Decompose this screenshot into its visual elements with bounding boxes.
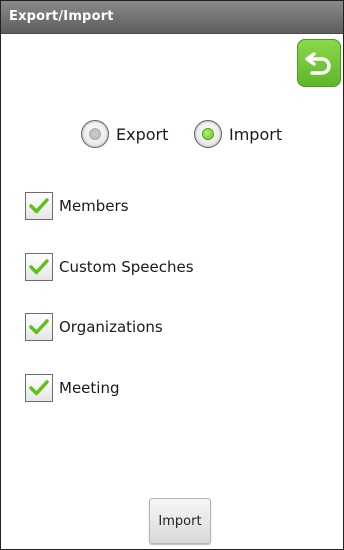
checkmark-icon: [25, 253, 53, 281]
checkmark-icon: [25, 192, 53, 220]
back-arrow-icon: [305, 52, 331, 75]
import-radio-label: Import: [229, 124, 283, 144]
import-radio[interactable]: Import: [194, 114, 282, 154]
export-radio-label: Export: [116, 124, 169, 144]
radio-selected-icon: [194, 120, 222, 148]
title-bar: Export/Import: [1, 1, 343, 34]
members-checkbox[interactable]: Members: [25, 191, 129, 221]
checkmark-icon: [25, 374, 53, 402]
radio-unselected-icon: [81, 120, 109, 148]
meeting-label: Meeting: [59, 379, 120, 397]
window-title: Export/Import: [9, 9, 114, 24]
back-button[interactable]: [297, 39, 341, 87]
import-button[interactable]: Import: [149, 498, 211, 544]
app-window: Export/Import Export Import Members Cust…: [0, 0, 344, 550]
organizations-label: Organizations: [59, 318, 163, 336]
checkmark-icon: [25, 313, 53, 341]
export-radio[interactable]: Export: [81, 114, 168, 154]
organizations-checkbox[interactable]: Organizations: [25, 312, 163, 342]
mode-radio-group: Export Import: [1, 114, 343, 154]
meeting-checkbox[interactable]: Meeting: [25, 373, 119, 403]
custom-speeches-label: Custom Speeches: [59, 258, 194, 276]
custom-speeches-checkbox[interactable]: Custom Speeches: [25, 252, 194, 282]
members-label: Members: [59, 197, 129, 215]
